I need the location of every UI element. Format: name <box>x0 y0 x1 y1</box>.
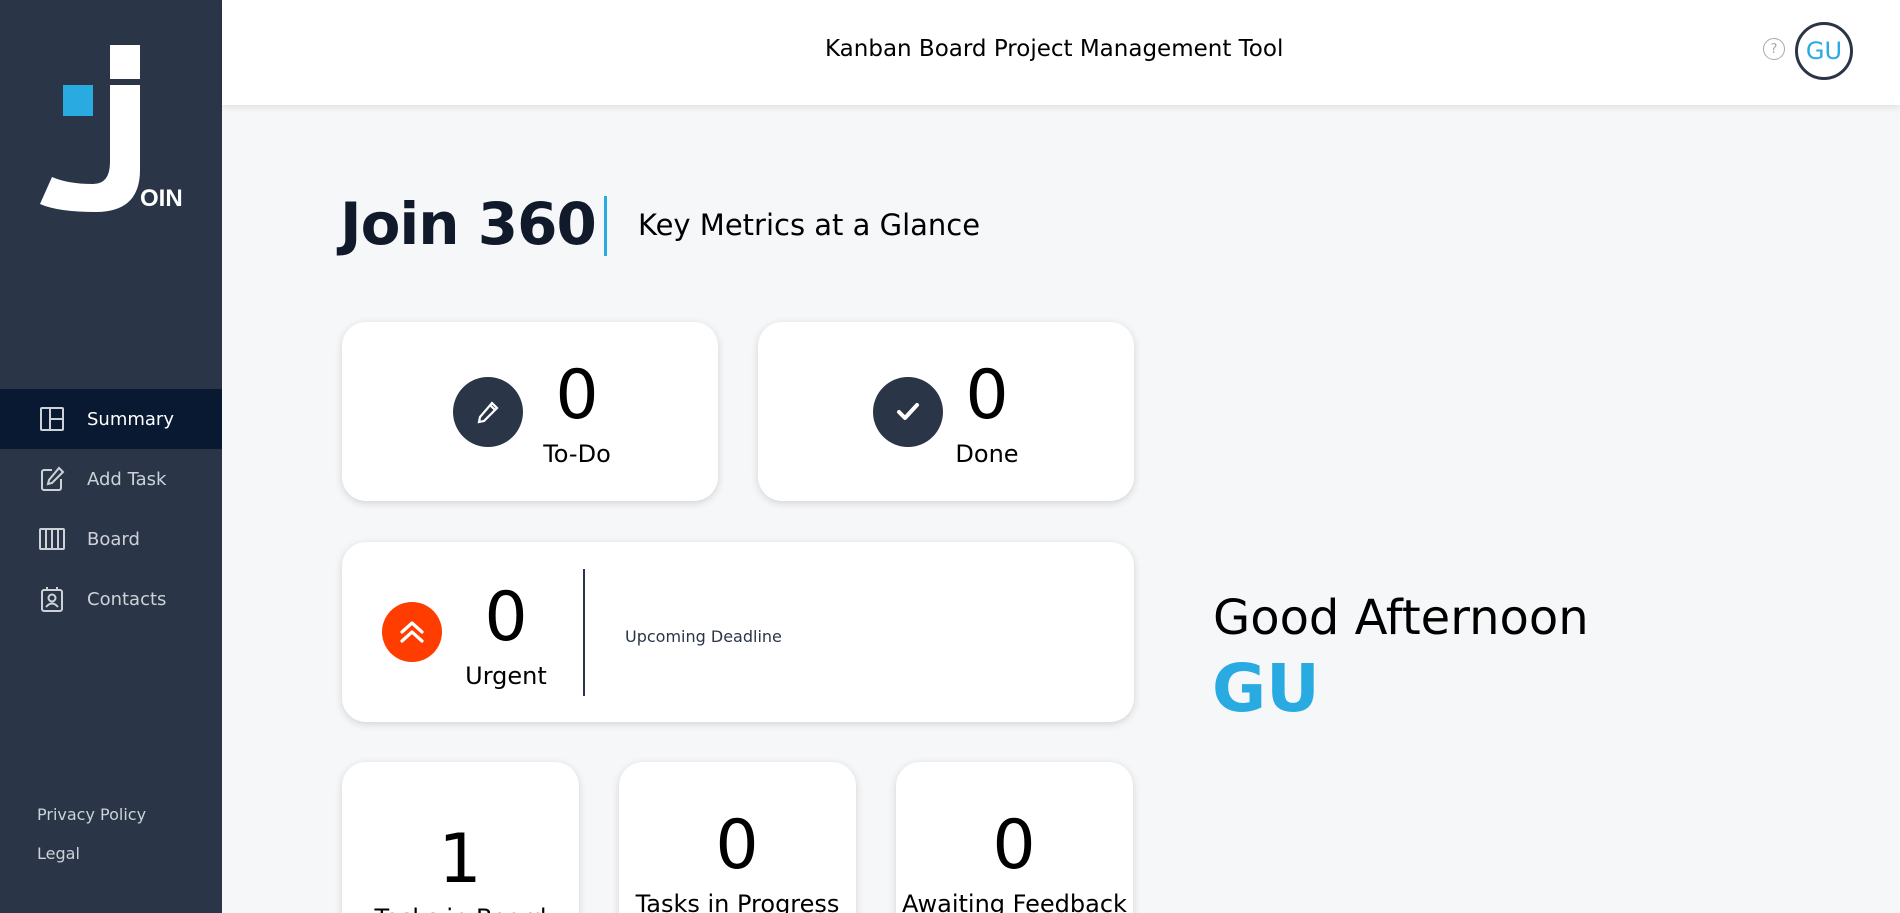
legal-link[interactable]: Legal <box>37 842 146 881</box>
awaiting-feedback-count: 0 <box>992 806 1036 885</box>
sidebar-footer: Privacy Policy Legal <box>37 803 146 881</box>
urgent-label: Urgent <box>465 662 547 690</box>
tasks-in-progress-count: 0 <box>715 806 759 885</box>
pencil-icon <box>453 377 523 447</box>
greeting-text: Good Afternoon <box>1213 590 1589 646</box>
sidebar-item-contacts[interactable]: Contacts <box>0 569 222 629</box>
join-logo[interactable]: OIN <box>38 42 188 217</box>
page-subtitle: Key Metrics at a Glance <box>638 208 981 242</box>
contacts-icon <box>37 584 67 614</box>
privacy-policy-link[interactable]: Privacy Policy <box>37 803 146 842</box>
urgent-divider <box>583 569 585 696</box>
tasks-in-progress-card[interactable]: 0 Tasks in Progress <box>619 762 856 913</box>
done-label: Done <box>955 440 1019 468</box>
todo-count: 0 <box>555 356 599 435</box>
urgent-card[interactable]: 0 Urgent Upcoming Deadline <box>342 542 1134 722</box>
top-header: Kanban Board Project Management Tool ? G… <box>222 0 1900 105</box>
board-icon <box>37 524 67 554</box>
help-icon[interactable]: ? <box>1763 38 1785 60</box>
awaiting-feedback-card[interactable]: 0 Awaiting Feedback <box>896 762 1133 913</box>
upcoming-deadline-label: Upcoming Deadline <box>625 627 782 646</box>
sidebar-item-label: Summary <box>87 408 174 430</box>
logo-text: OIN <box>140 185 183 212</box>
tasks-in-progress-label: Tasks in Progress <box>635 890 840 913</box>
sidebar-item-board[interactable]: Board <box>0 509 222 569</box>
done-card[interactable]: 0 Done <box>758 322 1134 501</box>
sidebar: OIN Summary Add Task Board Contacts Priv… <box>0 0 222 913</box>
awaiting-feedback-label: Awaiting Feedback <box>902 890 1127 913</box>
user-avatar[interactable]: GU <box>1795 22 1853 80</box>
page-title: Join 360 <box>340 190 597 258</box>
sidebar-item-label: Contacts <box>87 588 167 610</box>
sidebar-item-summary[interactable]: Summary <box>0 389 222 449</box>
done-count: 0 <box>965 356 1009 435</box>
sidebar-item-add-task[interactable]: Add Task <box>0 449 222 509</box>
tasks-in-board-count: 1 <box>438 820 482 899</box>
todo-label: To-Do <box>543 440 611 468</box>
sidebar-nav: Summary Add Task Board Contacts <box>0 389 222 629</box>
summary-icon <box>37 404 67 434</box>
tasks-in-board-label: Tasks in Board <box>342 904 579 913</box>
todo-card[interactable]: 0 To-Do <box>342 322 718 501</box>
tasks-in-board-card[interactable]: 1 Tasks in Board <box>342 762 579 913</box>
title-divider <box>604 196 607 256</box>
add-task-icon <box>37 464 67 494</box>
app-title: Kanban Board Project Management Tool <box>825 36 1284 62</box>
urgent-priority-icon <box>382 602 442 662</box>
checkmark-icon <box>873 377 943 447</box>
urgent-count: 0 <box>484 578 528 657</box>
sidebar-item-label: Board <box>87 528 140 550</box>
sidebar-item-label: Add Task <box>87 468 167 490</box>
greeting-user-name: GU <box>1212 650 1320 727</box>
